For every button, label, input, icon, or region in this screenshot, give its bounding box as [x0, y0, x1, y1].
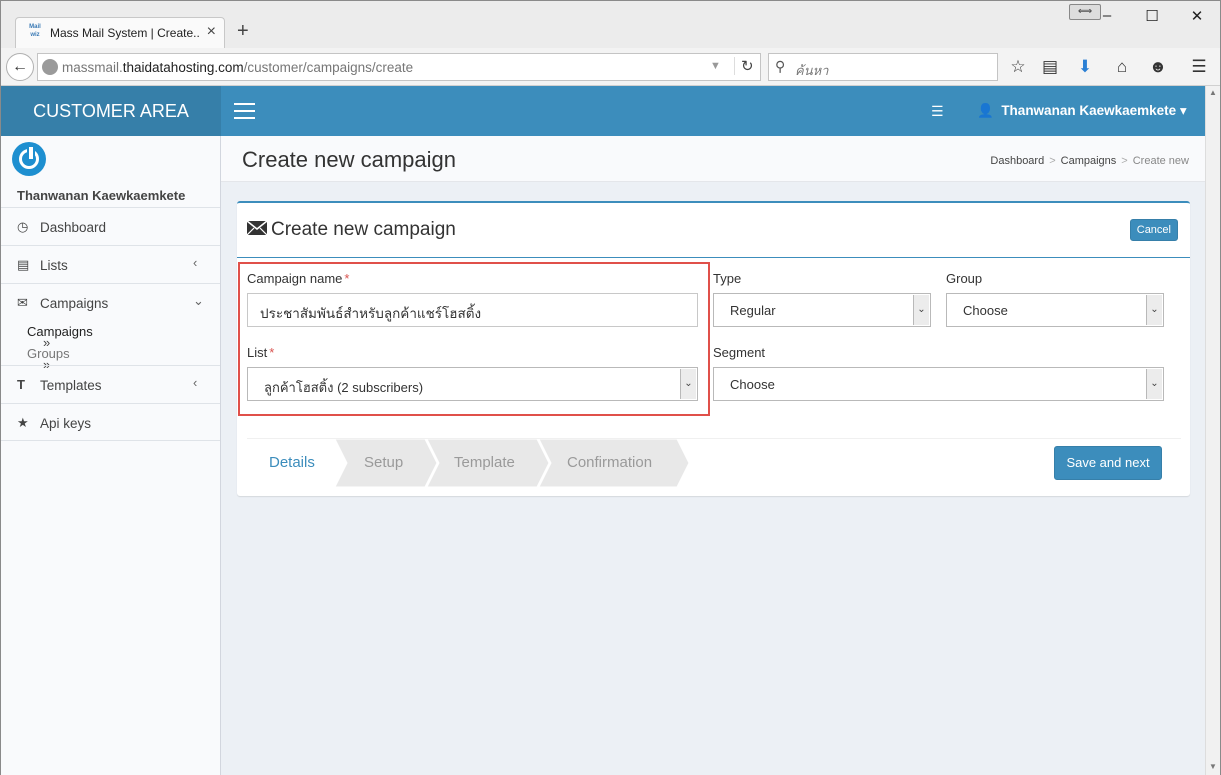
type-select[interactable]: Regular ⌄ [713, 293, 931, 327]
breadcrumb-dashboard[interactable]: Dashboard [990, 155, 1044, 167]
segment-select[interactable]: Choose ⌄ [713, 367, 1164, 401]
chevron-left-icon: ‹ [193, 375, 198, 390]
new-tab-icon[interactable]: + [237, 20, 249, 43]
close-window-icon[interactable]: ✕ [1187, 7, 1207, 25]
browser-tab[interactable]: Mail wiz Mass Mail System | Create... × [15, 17, 225, 49]
type-label: Type [713, 271, 742, 286]
list-icon: ▤ [17, 257, 30, 272]
close-tab-icon[interactable]: × [207, 23, 216, 41]
cancel-button[interactable]: Cancel [1129, 219, 1178, 241]
scroll-down-icon[interactable]: ▼ [1209, 762, 1217, 771]
breadcrumb-current: Create new [1132, 155, 1189, 167]
wizard-step-setup[interactable]: Setup [364, 439, 403, 487]
search-icon: ⚲ [775, 58, 786, 74]
chevron-down-icon: ⌄ [913, 295, 929, 325]
bookmark-star-icon[interactable]: ☆ [1007, 57, 1029, 77]
chevron-down-icon: ⌄ [193, 293, 204, 308]
user-menu[interactable]: 👤 Thanwanan Kaewkaemkete ▾ [977, 103, 1187, 119]
dashboard-icon: ◷ [17, 219, 29, 234]
star-icon: ★ [17, 415, 29, 430]
sidebar-item-templates[interactable]: T Templates ‹ [1, 365, 220, 403]
segment-select-value: Choose [730, 377, 775, 392]
group-label: Group [946, 271, 983, 286]
url-text: massmail.thaidatahosting.com/customer/ca… [62, 60, 414, 75]
wizard-step-template[interactable]: Template [454, 439, 515, 487]
sidebar-item-label: Api keys [40, 416, 92, 431]
breadcrumb: Dashboard > Campaigns > Create new [990, 155, 1189, 167]
browser-window: Mail wiz Mass Mail System | Create... × … [0, 0, 1221, 775]
back-arrow-icon[interactable]: ← [6, 53, 34, 81]
globe-icon [42, 59, 58, 75]
download-icon[interactable]: ⬇ [1074, 57, 1096, 77]
wizard-steps: Details Setup Template Confirmation [247, 438, 1181, 487]
reading-list-icon[interactable]: ▤ [1039, 57, 1061, 77]
favicon-icon: Mail wiz [29, 24, 41, 38]
brand-logo[interactable]: CUSTOMER AREA [1, 86, 221, 136]
group-select-value: Choose [963, 303, 1008, 318]
text-icon: T [17, 377, 25, 392]
minimize-icon[interactable]: – [1097, 7, 1117, 24]
chevron-down-icon: ⌄ [1146, 369, 1162, 399]
search-placeholder: ค้นหา [795, 63, 829, 78]
sidebar-item-label: Dashboard [40, 220, 107, 235]
envelope-icon [247, 221, 267, 235]
sidebar-subitem-groups[interactable]: » Groups [27, 346, 70, 372]
sidebar-subitem-campaigns[interactable]: » Campaigns [27, 324, 93, 350]
menu-icon[interactable]: ☰ [1188, 57, 1210, 77]
save-and-next-button[interactable]: Save and next [1054, 446, 1162, 480]
search-input[interactable]: ⚲ ค้นหา [768, 53, 998, 81]
envelope-icon: ✉ [17, 295, 28, 310]
sidebar-item-lists[interactable]: ▤ Lists ‹ [1, 245, 220, 283]
box-title: Create new campaign [247, 219, 456, 241]
tasks-icon[interactable]: ☰ [931, 103, 944, 120]
box-divider [237, 257, 1190, 258]
home-icon[interactable]: ⌂ [1111, 57, 1133, 77]
highlight-annotation [238, 262, 710, 416]
dropdown-icon[interactable]: ▼ [710, 60, 721, 72]
reload-icon[interactable]: ↻ [734, 57, 754, 75]
scroll-up-icon[interactable]: ▲ [1209, 88, 1217, 97]
sidebar-toggle-icon[interactable] [234, 103, 255, 119]
url-bar[interactable]: massmail.thaidatahosting.com/customer/ca… [37, 53, 761, 81]
page-title: Create new campaign [242, 147, 457, 172]
segment-label: Segment [713, 345, 766, 360]
sidebar-item-label: Lists [40, 258, 68, 273]
sidebar: Thanwanan Kaewkaemkete ◷ Dashboard ▤ Lis… [1, 136, 221, 775]
sidebar-item-label: Templates [40, 378, 102, 393]
smiley-icon[interactable]: ☻ [1147, 57, 1169, 77]
type-select-value: Regular [730, 303, 776, 318]
wizard-step-details[interactable]: Details [269, 439, 315, 487]
sidebar-item-dashboard[interactable]: ◷ Dashboard [1, 207, 220, 245]
wizard-step-confirmation[interactable]: Confirmation [567, 439, 652, 487]
sidebar-user-name: Thanwanan Kaewkaemkete [17, 188, 186, 203]
group-select[interactable]: Choose ⌄ [946, 293, 1164, 327]
content-header: Create new campaign Dashboard > Campaigns >… [221, 136, 1205, 182]
maximize-icon[interactable]: ☐ [1142, 7, 1162, 25]
tab-bar: Mail wiz Mass Mail System | Create... × … [1, 1, 1220, 49]
sidebar-item-label: Campaigns [40, 296, 109, 311]
sidebar-item-api-keys[interactable]: ★ Api keys [1, 403, 220, 441]
vertical-scrollbar[interactable]: ▲ ▼ [1205, 86, 1220, 775]
top-header: ☰ 👤 Thanwanan Kaewkaemkete ▾ [221, 86, 1205, 136]
browser-toolbar: ← massmail.thaidatahosting.com/customer/… [1, 48, 1220, 86]
avatar-power-icon [12, 142, 46, 176]
tab-title: Mass Mail System | Create... [50, 26, 200, 40]
chevron-down-icon: ⌄ [1146, 295, 1162, 325]
chevron-left-icon: ‹ [193, 255, 198, 270]
breadcrumb-campaigns[interactable]: Campaigns [1061, 155, 1117, 167]
